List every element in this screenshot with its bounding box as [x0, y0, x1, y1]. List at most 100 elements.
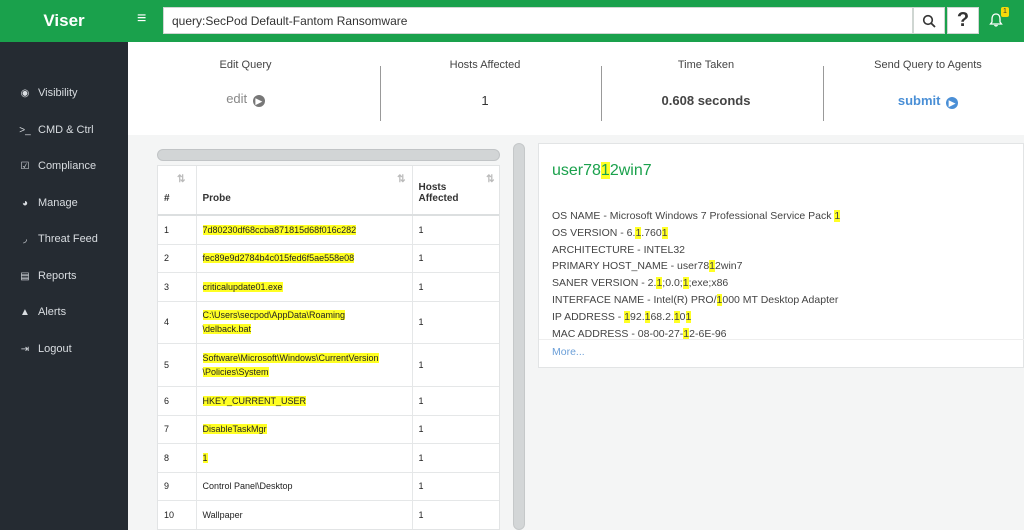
- menu-icon[interactable]: ≡: [137, 11, 153, 27]
- sidebar-item-threat-feed[interactable]: ◞ Threat Feed: [0, 224, 128, 254]
- host-name-part: user78: [552, 162, 601, 179]
- row-probe: Software\Microsoft\Windows\CurrentVersio…: [196, 343, 413, 387]
- table-row[interactable]: 7 DisableTaskMgr 1: [158, 415, 499, 444]
- row-probe: DisableTaskMgr: [196, 415, 413, 444]
- row-hosts: 1: [412, 272, 499, 302]
- row-hosts: 1: [412, 415, 499, 444]
- probe-value: Wallpaper: [202, 509, 243, 520]
- warning-icon: ▲: [20, 306, 30, 318]
- probe-value: criticalupdate01.exe: [202, 281, 283, 292]
- top-header: Viser ≡ ? 1: [0, 0, 1024, 42]
- vertical-scrollbar[interactable]: [513, 143, 525, 530]
- edit-link-text: edit: [226, 91, 248, 106]
- sidebar-item-label: Manage: [38, 197, 78, 209]
- row-hosts: 1: [412, 472, 499, 501]
- table-header-row: ⇅ # ⇅ Probe ⇅ Hosts Affected: [158, 166, 499, 216]
- column-header-label: #: [164, 193, 170, 204]
- sidebar-item-visibility[interactable]: ◉ Visibility: [0, 78, 128, 108]
- host-name-part: 1: [600, 162, 610, 179]
- row-num: 4: [158, 301, 197, 344]
- sidebar-item-label: Reports: [38, 270, 77, 282]
- row-probe: 7d80230df68ccba871815d68f016c282: [196, 215, 413, 245]
- report-icon: ▤: [20, 270, 30, 282]
- search-icon: [922, 14, 936, 28]
- row-num: 5: [158, 343, 197, 387]
- help-button[interactable]: ?: [947, 7, 979, 34]
- column-header-probe[interactable]: ⇅ Probe: [196, 166, 413, 216]
- brand-logo[interactable]: Viser: [0, 0, 128, 42]
- sort-icon: ⇅: [397, 174, 406, 185]
- host-detail-card: user7812win7 OS NAME - Microsoft Windows…: [538, 143, 1024, 368]
- time-taken-stat: Time Taken 0.608 seconds: [621, 42, 791, 135]
- row-num: 10: [158, 500, 197, 529]
- row-num: 7: [158, 415, 197, 444]
- submit-link[interactable]: submit ▶: [843, 93, 1013, 109]
- table-row[interactable]: 4 C:\Users\secpod\AppData\Roaming \delbac…: [158, 301, 499, 344]
- hosts-affected-value: 1: [481, 93, 489, 108]
- edit-query-label: Edit Query: [219, 59, 272, 71]
- table-row[interactable]: 3 criticalupdate01.exe 1: [158, 272, 499, 302]
- probe-table: ⇅ # ⇅ Probe ⇅ Hosts Affected 1 7d80230df…: [158, 166, 499, 529]
- hosts-affected-label: Hosts Affected: [449, 59, 521, 71]
- table-row[interactable]: 2 fec89e9d2784b4c015fed6f5ae558e08 1: [158, 244, 499, 273]
- sidebar: ◉ Visibility >_ CMD & Ctrl ☑ Compliance …: [0, 42, 128, 530]
- host-name-title[interactable]: user7812win7: [552, 162, 652, 180]
- info-saner-version: SANER VERSION - 2.1;0.0;1;exe;x86: [552, 277, 729, 289]
- column-header-num[interactable]: ⇅ #: [158, 166, 197, 216]
- probe-value: HKEY_CURRENT_USER: [202, 395, 307, 406]
- host-info-list: OS NAME - Microsoft Windows 7 Profession…: [539, 204, 1024, 339]
- sidebar-item-label: Visibility: [38, 87, 78, 99]
- probe-table-panel: ⇅ # ⇅ Probe ⇅ Hosts Affected 1 7d80230df…: [157, 165, 500, 530]
- info-mac-address: MAC ADDRESS - 08-00-27-12-6E-96: [552, 328, 727, 339]
- search-input[interactable]: [164, 8, 912, 33]
- sidebar-item-label: Compliance: [38, 160, 97, 172]
- notification-badge: 1: [1001, 7, 1009, 17]
- probe-value: C:\Users\secpod\AppData\Roaming: [202, 310, 346, 320]
- table-row[interactable]: 10 Wallpaper 1: [158, 500, 499, 529]
- probe-value: DisableTaskMgr: [202, 424, 267, 434]
- sidebar-item-cmd-ctrl[interactable]: >_ CMD & Ctrl: [0, 115, 128, 145]
- info-os-name: OS NAME - Microsoft Windows 7 Profession…: [552, 210, 841, 222]
- arrow-circle-icon: ▶: [252, 95, 265, 107]
- column-header-hosts-affected[interactable]: ⇅ Hosts Affected: [412, 166, 499, 216]
- row-probe: C:\Users\secpod\AppData\Roaming \delback.…: [196, 301, 413, 344]
- stat-divider: [380, 66, 381, 121]
- row-num: 3: [158, 272, 197, 302]
- table-row[interactable]: 1 7d80230df68ccba871815d68f016c282 1: [158, 215, 499, 245]
- row-num: 2: [158, 244, 197, 273]
- search-button[interactable]: [913, 7, 945, 34]
- table-row[interactable]: 6 HKEY_CURRENT_USER 1: [158, 386, 499, 416]
- sidebar-item-label: Logout: [38, 343, 72, 355]
- sidebar-item-logout[interactable]: ⇥ Logout: [0, 334, 128, 364]
- row-probe: Wallpaper: [196, 500, 413, 529]
- row-num: 6: [158, 386, 197, 416]
- arrow-circle-icon: ▶: [946, 97, 959, 109]
- rss-icon: ◞: [23, 233, 27, 245]
- table-row[interactable]: 8 1 1: [158, 443, 499, 473]
- sidebar-item-compliance[interactable]: ☑ Compliance: [0, 151, 128, 181]
- info-primary-host-name: PRIMARY HOST_NAME - user7812win7: [552, 260, 743, 272]
- info-interface-name: INTERFACE NAME - Intel(R) PRO/1000 MT De…: [552, 294, 839, 306]
- probe-value: \delback.bat: [202, 324, 252, 334]
- query-stats: Edit Query edit ▶ Hosts Affected 1 Time …: [128, 42, 1024, 135]
- table-row[interactable]: 9 Control Panel\Desktop 1: [158, 472, 499, 501]
- row-num: 1: [158, 215, 197, 245]
- row-hosts: 1: [412, 386, 499, 416]
- sidebar-item-reports[interactable]: ▤ Reports: [0, 261, 128, 291]
- horizontal-scrollbar[interactable]: [157, 149, 500, 161]
- terminal-icon: >_: [19, 124, 31, 136]
- sidebar-item-alerts[interactable]: ▲ Alerts: [0, 297, 128, 327]
- send-query-label: Send Query to Agents: [874, 59, 982, 71]
- row-num: 9: [158, 472, 197, 501]
- hosts-affected-stat: Hosts Affected 1: [400, 42, 570, 135]
- table-row[interactable]: 5 Software\Microsoft\Windows\CurrentVers…: [158, 343, 499, 387]
- row-probe: Control Panel\Desktop: [196, 472, 413, 501]
- more-link[interactable]: More...: [552, 346, 585, 358]
- time-taken-label: Time Taken: [677, 59, 735, 71]
- time-taken-value: 0.608 seconds: [661, 93, 751, 108]
- sidebar-item-label: CMD & Ctrl: [38, 124, 94, 136]
- sidebar-item-manage[interactable]: ◕ Manage: [0, 188, 128, 218]
- host-name-part: 2win7: [609, 162, 652, 179]
- row-probe: 1: [196, 443, 413, 473]
- edit-link[interactable]: edit ▶: [168, 91, 323, 107]
